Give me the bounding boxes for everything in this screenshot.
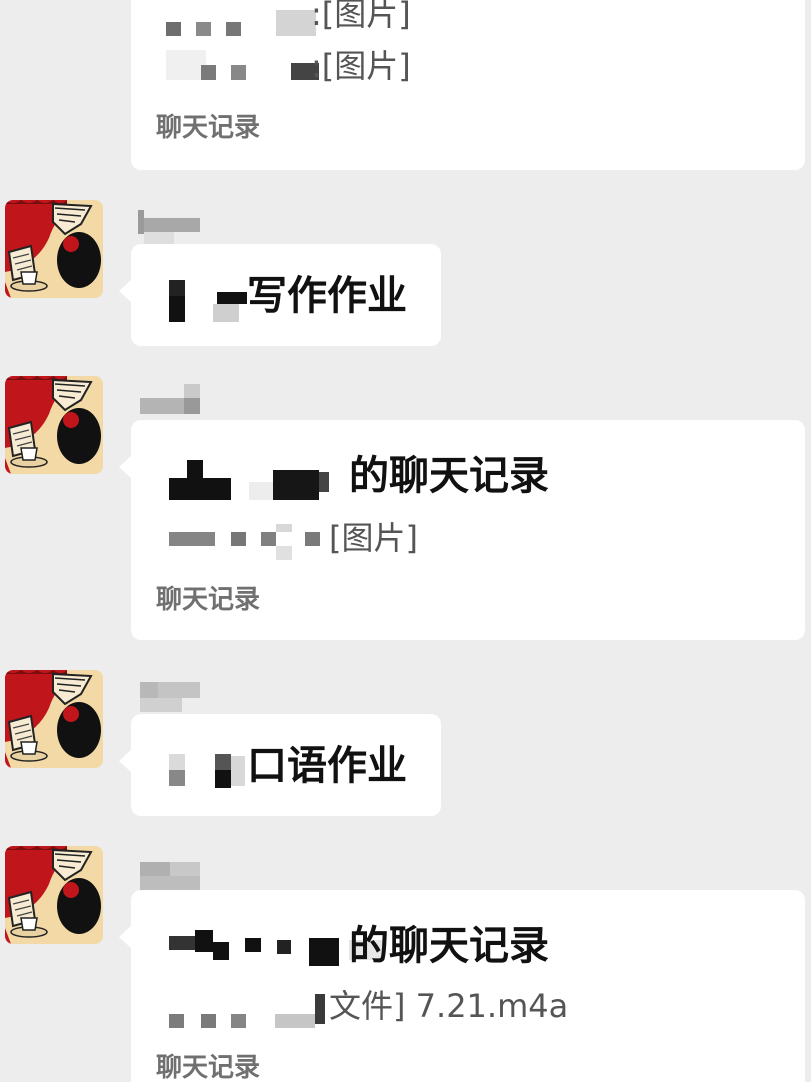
avatar[interactable] (5, 670, 103, 768)
message-text: 写作作业 (247, 273, 407, 319)
cartoon-avatar-icon (5, 846, 103, 944)
avatar[interactable] (5, 846, 103, 944)
chat-record-card[interactable]: :[图片] :[图片] 聊天记录 (131, 0, 805, 170)
record-line: 文件] 7.21.m4a (329, 987, 569, 1025)
record-line: [图片] (329, 519, 418, 557)
chat-message-list[interactable]: :[图片] :[图片] 聊天记录 写作作业 的聊天记录 [图片] 聊天记录 口语… (0, 0, 811, 1082)
chat-record-label: 聊天记录 (156, 585, 261, 615)
avatar[interactable] (5, 200, 103, 298)
message-text: 口语作业 (247, 743, 407, 789)
chat-record-card[interactable]: 的聊天记录 文件] 7.21.m4a 聊天记录 (119, 890, 805, 1082)
record-title: 的聊天记录 (349, 453, 549, 499)
cartoon-avatar-icon (5, 376, 103, 474)
record-line: :[图片] (311, 47, 411, 85)
message-bubble[interactable]: 写作作业 (119, 244, 441, 346)
cartoon-avatar-icon (5, 200, 103, 298)
message-bubble[interactable]: 口语作业 (119, 714, 441, 816)
avatar[interactable] (5, 376, 103, 474)
chat-record-label: 聊天记录 (156, 1053, 261, 1082)
chat-record-card[interactable]: 的聊天记录 [图片] 聊天记录 (119, 420, 805, 640)
record-line: :[图片] (311, 0, 411, 33)
sender-name-redacted (138, 384, 202, 414)
sender-name-redacted (138, 208, 202, 248)
sender-name-redacted (138, 862, 202, 892)
record-title: 的聊天记录 (349, 923, 549, 969)
cartoon-avatar-icon (5, 670, 103, 768)
sender-name-redacted (138, 682, 202, 712)
chat-record-label: 聊天记录 (156, 113, 261, 143)
